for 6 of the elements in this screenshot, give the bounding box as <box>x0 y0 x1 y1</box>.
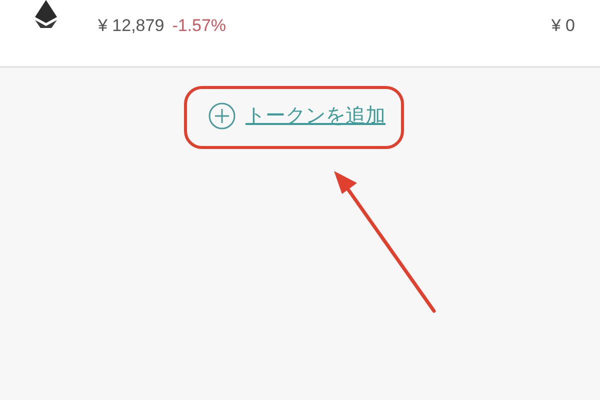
fiat-price: ¥ 12,879 <box>98 15 164 37</box>
ethereum-icon <box>33 0 59 28</box>
plus-circle-icon <box>208 102 236 130</box>
add-token-link[interactable]: トークンを追加 <box>208 101 386 131</box>
price-change: -1.57% <box>172 15 226 37</box>
fiat-balance: ¥ 0 <box>551 15 575 37</box>
